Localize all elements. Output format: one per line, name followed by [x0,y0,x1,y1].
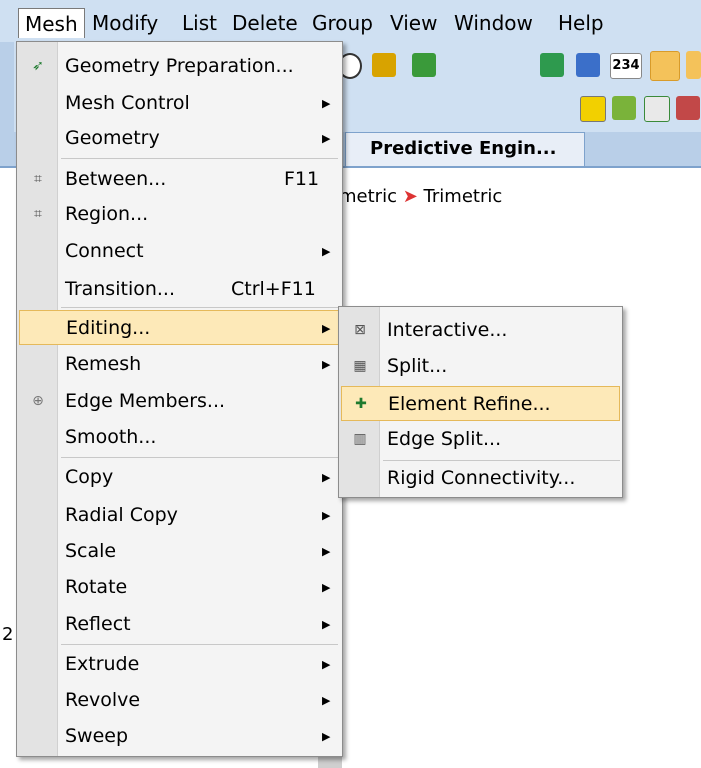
menu-item-geometry-preparation[interactable]: ➶ Geometry Preparation... [19,49,340,84]
menu-view[interactable]: View [384,8,443,38]
menu-item-edge-members[interactable]: ⊕ Edge Members... [19,384,340,419]
submenu-arrow-icon: ▶ [322,97,331,110]
side-label: 2 [2,624,14,645]
submenu-arrow-icon: ▶ [322,730,331,743]
submenu-item-rigid-connectivity[interactable]: Rigid Connectivity... [341,461,620,496]
submenu-arrow-icon: ▶ [322,581,331,594]
submenu-item-split[interactable]: ▦ Split... [341,349,620,384]
menu-item-sweep[interactable]: Sweep ▶ [19,719,340,754]
submenu-item-edge-split[interactable]: ▥ Edge Split... [341,422,620,457]
menu-item-scale[interactable]: Scale ▶ [19,534,340,569]
menu-item-transition[interactable]: Transition... Ctrl+F11 [19,272,340,307]
submenu-arrow-icon: ▶ [322,322,331,335]
menu-item-between[interactable]: ⌗ Between... F11 [19,162,340,197]
view-buttons: metric ➤ Trimetric [335,182,507,212]
menu-separator [61,457,338,458]
interactive-icon: ⊠ [354,322,366,338]
submenu-arrow-icon: ▶ [322,545,331,558]
view-solid-icon[interactable] [612,96,636,120]
menu-item-radial-copy[interactable]: Radial Copy ▶ [19,498,340,533]
menu-delete[interactable]: Delete [226,8,304,38]
menu-list[interactable]: List [176,8,223,38]
metric-view-button[interactable]: metric [339,186,397,207]
split-grid-icon: ▦ [353,358,367,374]
add-node-icon[interactable] [650,51,680,81]
menu-item-connect[interactable]: Connect ▶ [19,234,340,269]
tab-predictive-engine[interactable]: Predictive Engin... [345,132,585,166]
menu-item-smooth[interactable]: Smooth... [19,420,340,455]
menu-item-remesh[interactable]: Remesh ▶ [19,347,340,382]
menu-separator [61,307,338,308]
submenu-arrow-icon: ▶ [322,658,331,671]
region-grid-icon: ⌗ [34,206,42,222]
left-panel-edge [0,42,14,166]
submenu-arrow-icon: ▶ [322,471,331,484]
element-refine-icon: ✚ [355,396,367,412]
mesh-menu: ➶ Geometry Preparation... Mesh Control ▶… [16,41,343,757]
view-outline-icon[interactable] [644,96,670,122]
menubar: Mesh Modify List Delete Group View Windo… [0,0,701,42]
submenu-arrow-icon: ▶ [322,618,331,631]
menu-item-rotate[interactable]: Rotate ▶ [19,570,340,605]
model-toolbar-icon[interactable] [372,53,396,77]
menu-separator [61,158,338,159]
menu-item-reflect[interactable]: Reflect ▶ [19,607,340,642]
model-info-icon[interactable] [412,53,436,77]
between-grid-icon: ⌗ [34,171,42,187]
menu-item-copy[interactable]: Copy ▶ [19,460,340,495]
submenu-arrow-icon: ▶ [322,132,331,145]
submenu-item-interactive[interactable]: ⊠ Interactive... [341,313,620,348]
trimetric-view-button[interactable]: Trimetric [424,186,503,207]
add-element-icon[interactable] [686,51,701,79]
numbering-icon[interactable]: 234 [610,53,642,79]
menu-window[interactable]: Window [448,8,539,38]
menu-item-editing[interactable]: Editing... ▶ [19,310,340,345]
submenu-arrow-icon: ▶ [322,245,331,258]
menu-item-mesh-control[interactable]: Mesh Control ▶ [19,86,340,121]
view-highlight-icon[interactable] [676,96,700,120]
mesh-delete-icon[interactable] [576,53,600,77]
submenu-item-element-refine[interactable]: ✚ Element Refine... [341,386,620,421]
geometry-prep-icon: ➶ [32,58,44,74]
view-style-icon[interactable] [580,96,606,122]
menu-item-revolve[interactable]: Revolve ▶ [19,683,340,718]
menu-modify[interactable]: Modify [86,8,164,38]
editing-submenu: ⊠ Interactive... ▦ Split... ✚ Element Re… [338,306,623,498]
submenu-arrow-icon: ▶ [322,509,331,522]
menu-mesh[interactable]: Mesh [18,8,85,38]
mesh-check-icon[interactable] [540,53,564,77]
submenu-arrow-icon: ▶ [322,694,331,707]
menu-item-geometry[interactable]: Geometry ▶ [19,121,340,156]
menu-help[interactable]: Help [552,8,610,38]
menu-separator [61,644,338,645]
menu-group[interactable]: Group [306,8,379,38]
menu-item-region[interactable]: ⌗ Region... [19,197,340,232]
trimetric-view-icon: ➤ [402,186,418,207]
menu-item-extrude[interactable]: Extrude ▶ [19,647,340,682]
edge-members-icon: ⊕ [32,393,44,409]
submenu-arrow-icon: ▶ [322,358,331,371]
edge-split-icon: ▥ [353,431,367,447]
